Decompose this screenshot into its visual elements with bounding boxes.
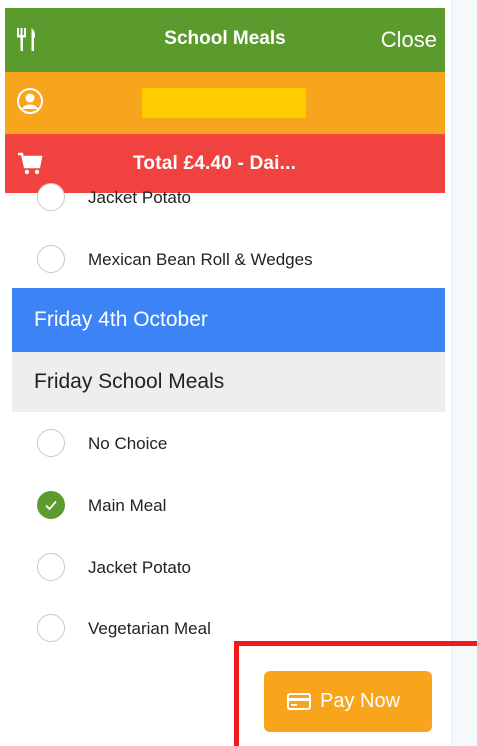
meal-option[interactable]: Jacket Potato: [0, 553, 445, 583]
meal-option[interactable]: Jacket Potato: [0, 183, 445, 213]
option-label: Jacket Potato: [88, 188, 192, 207]
side-strip: [452, 0, 477, 746]
header-bar: School Meals Close: [5, 8, 445, 72]
option-label: Main Meal: [88, 496, 167, 515]
option-label: Mexican Bean Roll & Wedges: [88, 250, 313, 269]
meal-option[interactable]: Mexican Bean Roll & Wedges: [0, 245, 445, 275]
radio-button[interactable]: [37, 553, 65, 581]
radio-button[interactable]: [37, 245, 65, 273]
section-title: Friday School Meals: [34, 370, 225, 393]
user-bar[interactable]: [5, 72, 445, 134]
close-button[interactable]: Close: [381, 27, 437, 53]
user-name-redacted: [142, 88, 306, 118]
app-panel: School Meals Close Total £4.40 - Dai... …: [0, 0, 445, 746]
page-title: School Meals: [164, 28, 286, 49]
meal-option[interactable]: No Choice: [0, 429, 445, 459]
cart-icon: [18, 152, 43, 175]
cart-total: Total £4.40 - Dai...: [133, 153, 297, 174]
section-header: Friday School Meals: [12, 352, 445, 412]
meal-option[interactable]: Vegetarian Meal: [0, 614, 445, 644]
radio-button[interactable]: [37, 614, 65, 642]
user-icon: [17, 88, 43, 114]
credit-card-icon: [287, 693, 311, 710]
pay-now-button[interactable]: Pay Now: [264, 671, 432, 732]
radio-button[interactable]: [37, 429, 65, 457]
option-label: Vegetarian Meal: [88, 619, 211, 638]
radio-button[interactable]: [37, 183, 65, 211]
option-label: No Choice: [88, 434, 168, 453]
day-header: Friday 4th October: [12, 288, 445, 352]
meal-option[interactable]: Main Meal: [0, 491, 445, 521]
check-icon: [45, 500, 57, 511]
pay-now-label: Pay Now: [320, 690, 401, 712]
radio-button-checked[interactable]: [37, 491, 65, 519]
day-title: Friday 4th October: [34, 308, 208, 331]
option-label: Jacket Potato: [88, 558, 192, 577]
